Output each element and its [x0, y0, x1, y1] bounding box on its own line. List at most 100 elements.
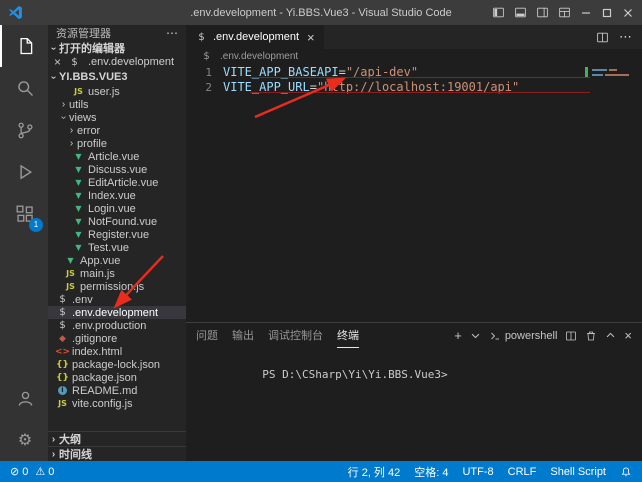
chevron-right-icon: ›	[48, 449, 59, 460]
chevron-right-icon: ›	[58, 99, 69, 110]
panel-tab-输出[interactable]: 输出	[232, 323, 254, 348]
split-terminal-icon[interactable]	[565, 330, 577, 342]
code-line-2[interactable]: 2VITE_APP_URL="http://localhost:19001/ap…	[186, 80, 642, 95]
breadcrumb[interactable]: $ .env.development	[186, 49, 642, 64]
file-App.vue[interactable]: ▼App.vue	[48, 254, 186, 267]
customize-layout-icon[interactable]	[558, 6, 571, 19]
split-editor-icon[interactable]	[596, 31, 609, 44]
toggle-sidebar-icon[interactable]	[492, 6, 505, 19]
status-eol[interactable]: CRLF	[508, 466, 537, 478]
maximize-panel-icon[interactable]	[605, 330, 616, 341]
settings-gear-icon[interactable]: ⚙	[0, 419, 48, 461]
project-section-header[interactable]: › YI.BBS.VUE3	[48, 69, 186, 85]
maximize-icon[interactable]	[601, 7, 613, 19]
file-vite.config.js[interactable]: JSvite.config.js	[48, 397, 186, 410]
json-file-icon: {}	[56, 373, 69, 383]
file-.env.development[interactable]: $.env.development	[48, 306, 186, 319]
folder-utils[interactable]: ›utils	[48, 98, 186, 111]
chevron-down-icon: ›	[48, 43, 59, 54]
file-NotFound.vue[interactable]: ▼NotFound.vue	[48, 215, 186, 228]
open-editor-filename: .env.development	[88, 56, 174, 68]
run-debug-icon[interactable]	[0, 151, 48, 193]
notifications-bell-icon[interactable]	[620, 466, 632, 478]
file-permission.js[interactable]: JSpermission.js	[48, 280, 186, 293]
toggle-secondary-sidebar-icon[interactable]	[536, 6, 549, 19]
source-control-icon[interactable]	[0, 109, 48, 151]
file-name: Article.vue	[88, 151, 139, 163]
file-name: package.json	[72, 372, 137, 384]
file-user.js[interactable]: JSuser.js	[48, 85, 186, 98]
file-main.js[interactable]: JSmain.js	[48, 267, 186, 280]
close-tab-icon[interactable]: ×	[307, 30, 315, 45]
file-package-lock.json[interactable]: {}package-lock.json	[48, 358, 186, 371]
file-Article.vue[interactable]: ▼Article.vue	[48, 150, 186, 163]
sidebar-title: 资源管理器	[56, 25, 111, 41]
chevron-right-icon: ›	[66, 125, 77, 136]
shell-selector[interactable]: powershell	[489, 330, 558, 342]
toggle-panel-icon[interactable]	[514, 6, 527, 19]
code-editor[interactable]: 1VITE_APP_BASEAPI="/api-dev"2VITE_APP_UR…	[186, 64, 642, 322]
file-Register.vue[interactable]: ▼Register.vue	[48, 228, 186, 241]
minimap[interactable]	[592, 66, 634, 106]
file-name: .gitignore	[72, 333, 117, 345]
errors-icon: ⊘	[10, 465, 19, 478]
close-window-icon[interactable]	[622, 7, 634, 19]
problems-status[interactable]: ⊘ 0 ⚠ 0	[10, 465, 54, 478]
open-editors-section-header[interactable]: › 打开的编辑器	[48, 41, 186, 55]
folder-profile[interactable]: ›profile	[48, 137, 186, 150]
file-Login.vue[interactable]: ▼Login.vue	[48, 202, 186, 215]
open-editor-item[interactable]: × $ .env.development	[48, 55, 186, 69]
code-line-1[interactable]: 1VITE_APP_BASEAPI="/api-dev"	[186, 65, 642, 80]
panel-tab-问题[interactable]: 问题	[196, 323, 218, 348]
vue-file-icon: ▼	[72, 217, 85, 226]
extensions-icon[interactable]: 1	[0, 193, 48, 235]
explorer-sidebar: 资源管理器 ⋯ › 打开的编辑器 × $ .env.development › …	[48, 25, 186, 461]
folder-error[interactable]: ›error	[48, 124, 186, 137]
env-file-icon: $	[200, 51, 213, 62]
status-bar: ⊘ 0 ⚠ 0 行 2, 列 42 空格: 4 UTF-8 CRLF Shell Scr…	[0, 461, 642, 482]
file-package.json[interactable]: {}package.json	[48, 371, 186, 384]
file-name: Discuss.vue	[88, 164, 147, 176]
explorer-more-actions-icon[interactable]: ⋯	[166, 26, 178, 40]
vue-file-icon: ▼	[72, 230, 85, 239]
timeline-section-header[interactable]: › 时间线	[48, 446, 186, 461]
close-editor-icon[interactable]: ×	[54, 55, 64, 69]
panel-tab-调试控制台[interactable]: 调试控制台	[268, 323, 323, 348]
file-index.html[interactable]: <>index.html	[48, 345, 186, 358]
status-language-mode[interactable]: Shell Script	[550, 466, 606, 478]
minimize-icon[interactable]	[580, 7, 592, 19]
status-encoding[interactable]: UTF-8	[462, 466, 493, 478]
file-Index.vue[interactable]: ▼Index.vue	[48, 189, 186, 202]
terminal-output[interactable]: PS D:\CSharp\Yi\Yi.BBS.Vue3>	[186, 348, 642, 461]
file-EditArticle.vue[interactable]: ▼EditArticle.vue	[48, 176, 186, 189]
vue-file-icon: ▼	[72, 165, 85, 174]
explorer-icon[interactable]	[0, 25, 48, 67]
terminal-prompt: PS D:\CSharp\Yi\Yi.BBS.Vue3>	[262, 368, 447, 381]
file-.env[interactable]: $.env	[48, 293, 186, 306]
file-name: EditArticle.vue	[88, 177, 158, 189]
warning-count: 0	[48, 466, 54, 478]
folder-views[interactable]: ›views	[48, 111, 186, 124]
editor-more-actions-icon[interactable]: ⋯	[619, 29, 632, 45]
file-.gitignore[interactable]: ◆.gitignore	[48, 332, 186, 345]
file-README.md[interactable]: iREADME.md	[48, 384, 186, 397]
outline-section-header[interactable]: › 大纲	[48, 431, 186, 446]
new-terminal-icon[interactable]: +	[454, 328, 462, 343]
warnings-icon: ⚠	[35, 465, 45, 478]
search-icon[interactable]	[0, 67, 48, 109]
env-file-icon: $	[56, 320, 69, 331]
file-Test.vue[interactable]: ▼Test.vue	[48, 241, 186, 254]
file-name: .env.development	[72, 307, 158, 319]
status-cursor-position[interactable]: 行 2, 列 42	[348, 464, 401, 480]
file-Discuss.vue[interactable]: ▼Discuss.vue	[48, 163, 186, 176]
close-panel-icon[interactable]: ×	[624, 328, 632, 343]
js-file-icon: JS	[56, 399, 69, 408]
file-.env.production[interactable]: $.env.production	[48, 319, 186, 332]
account-icon[interactable]	[0, 377, 48, 419]
kill-terminal-trash-icon[interactable]	[585, 330, 597, 342]
terminal-dropdown-icon[interactable]	[470, 330, 481, 341]
status-indentation[interactable]: 空格: 4	[414, 464, 448, 480]
js-file-icon: JS	[72, 87, 85, 96]
panel-tab-终端[interactable]: 终端	[337, 323, 359, 348]
tab-env-development[interactable]: $ .env.development ×	[186, 25, 324, 49]
